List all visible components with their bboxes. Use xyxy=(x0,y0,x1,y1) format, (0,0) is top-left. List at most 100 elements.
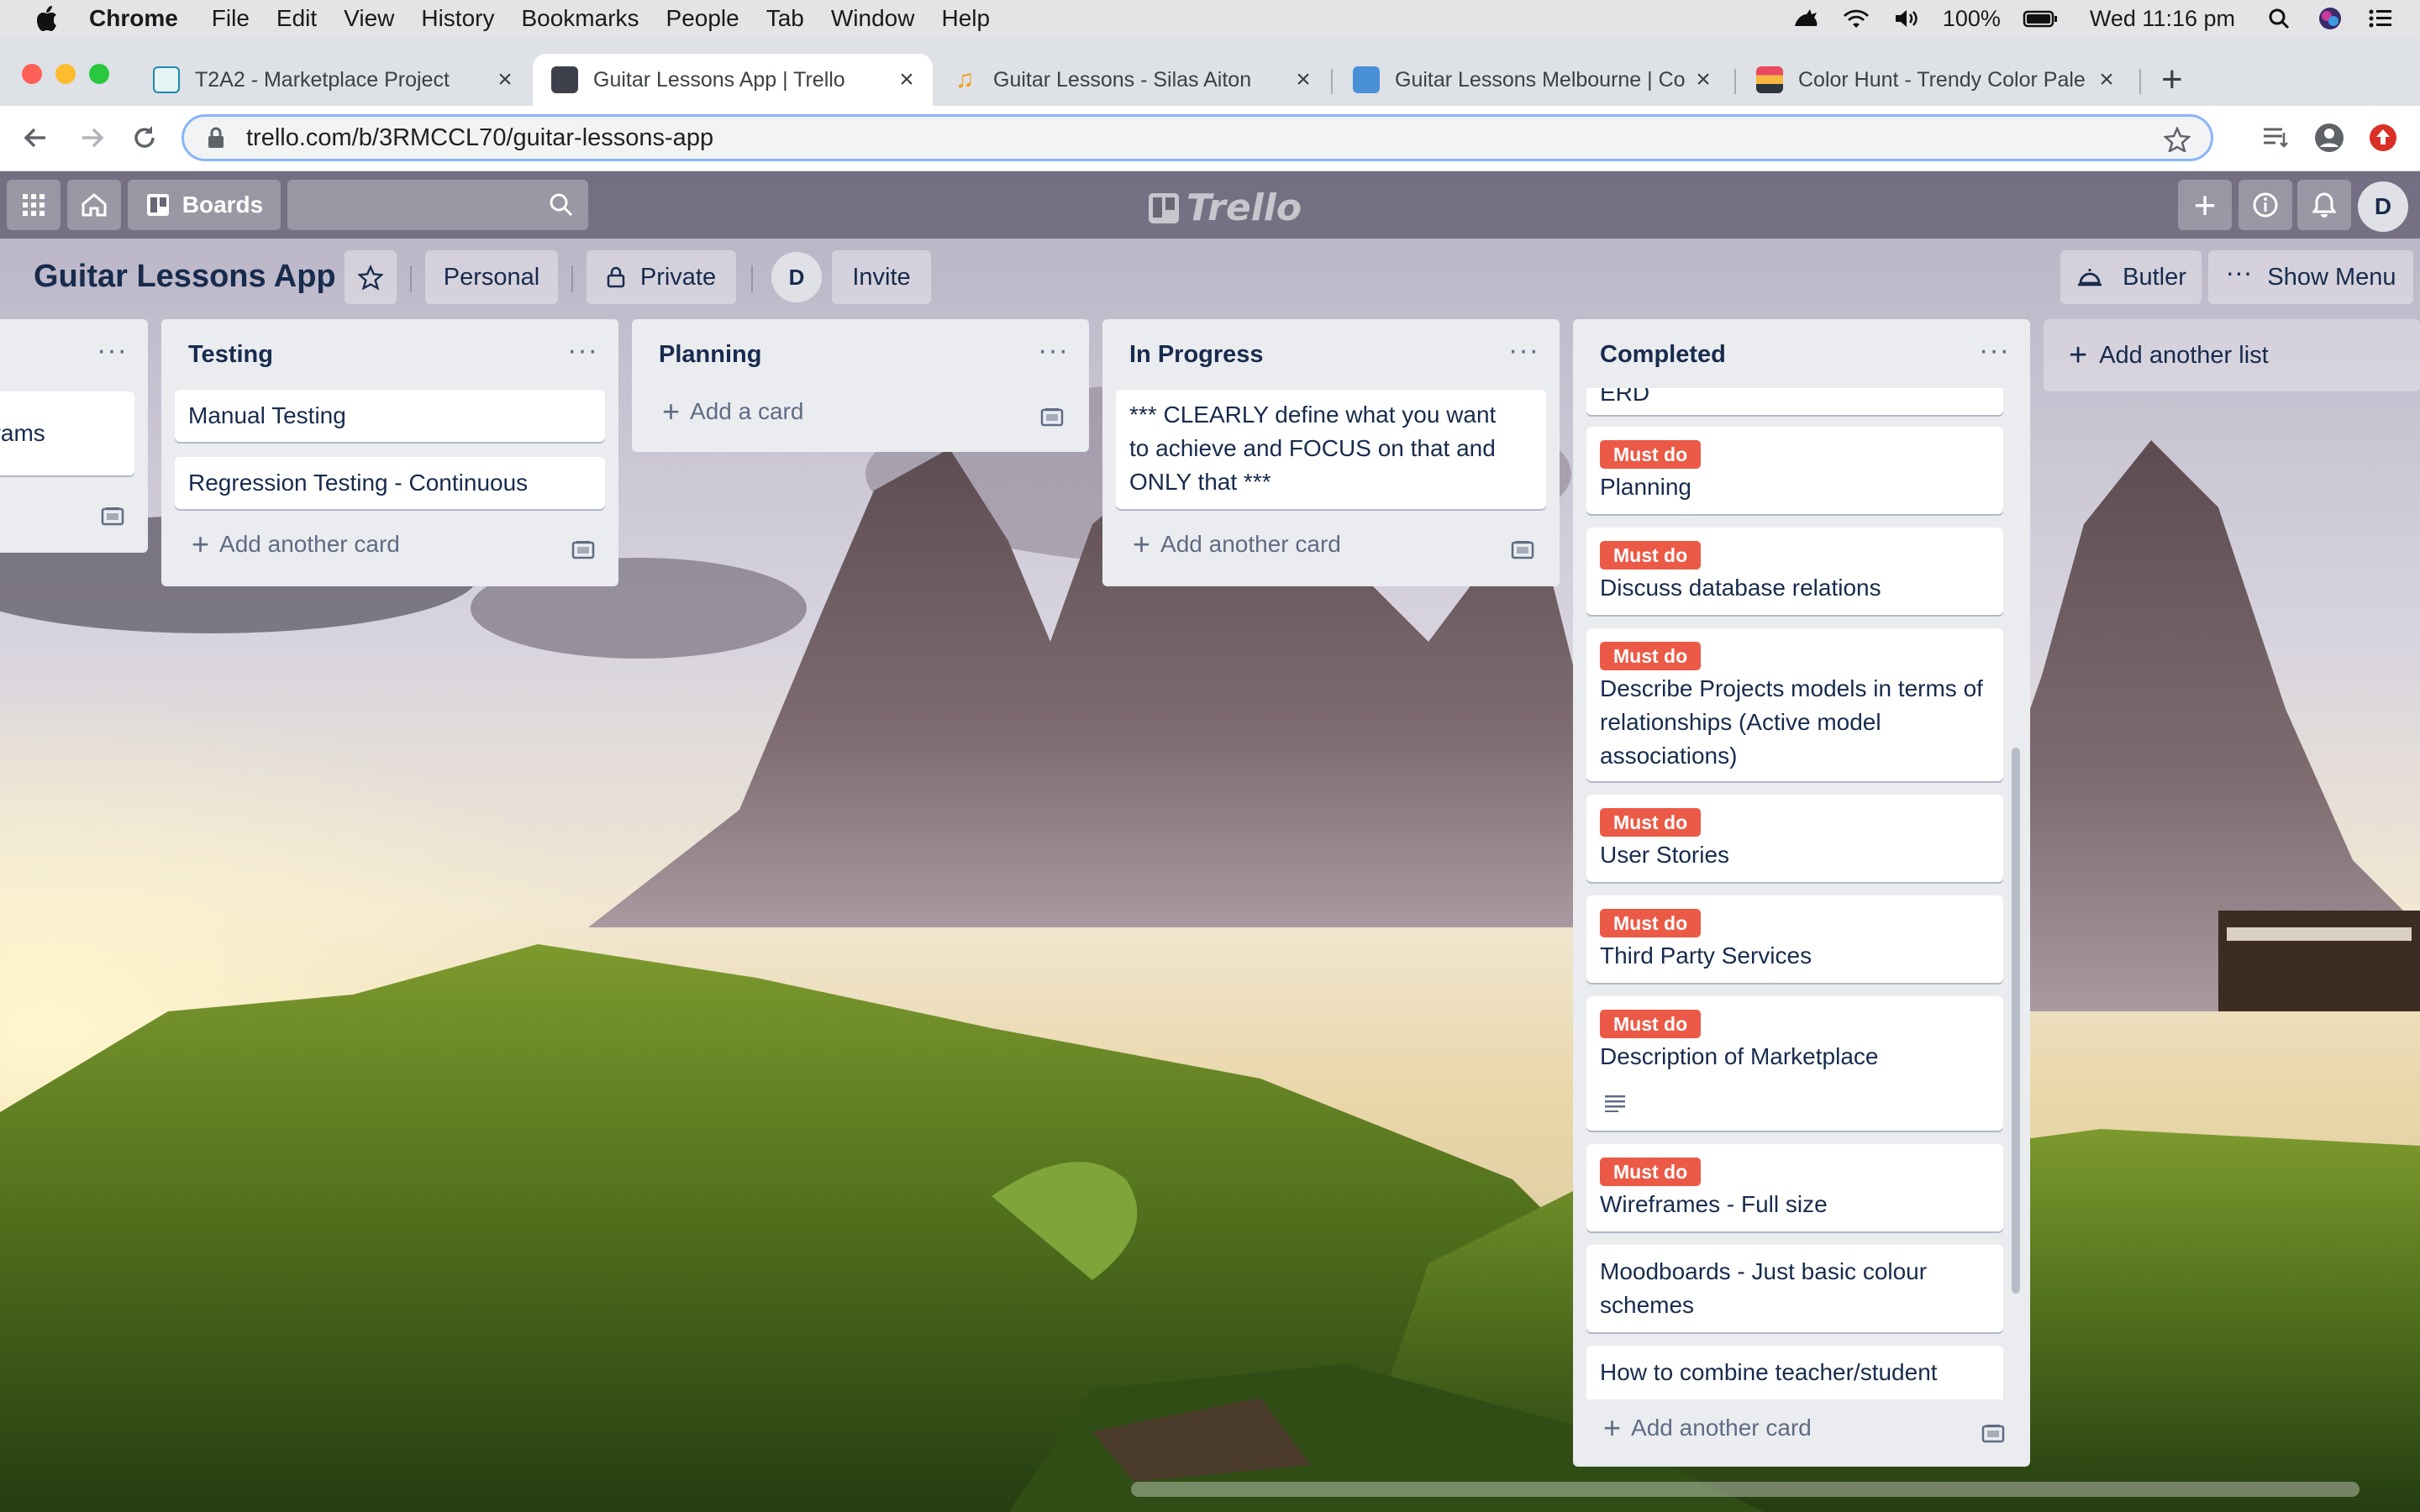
forward-arrow-icon[interactable] xyxy=(76,121,109,155)
trello-search[interactable] xyxy=(287,180,588,230)
apps-button[interactable] xyxy=(7,180,60,230)
notifications-button[interactable] xyxy=(2297,180,2351,230)
dropbox-cat-icon[interactable] xyxy=(1791,6,1820,31)
card-template-icon[interactable] xyxy=(101,506,124,526)
wifi-icon[interactable] xyxy=(1842,6,1870,31)
window-close-button[interactable] xyxy=(22,64,42,84)
menu-help[interactable]: Help xyxy=(941,5,990,32)
add-list-button[interactable]: + Add another list xyxy=(2044,319,2420,391)
search-icon[interactable] xyxy=(548,192,575,218)
info-button[interactable] xyxy=(2238,180,2292,230)
add-card-button[interactable]: + Add another card xyxy=(192,529,400,559)
trello-logo[interactable]: Trello xyxy=(1148,186,1302,229)
star-board-button[interactable] xyxy=(345,250,397,304)
list-menu-icon[interactable]: ··· xyxy=(97,334,128,367)
browser-tab[interactable]: Color Hunt - Trendy Color Pale × xyxy=(1738,54,2133,106)
close-tab-icon[interactable]: × xyxy=(494,66,516,94)
list-title[interactable]: Planning xyxy=(659,341,761,369)
menu-file[interactable]: File xyxy=(212,5,250,32)
create-button[interactable]: + xyxy=(2178,180,2232,230)
volume-icon[interactable] xyxy=(1892,6,1921,31)
card[interactable]: Manual Testing xyxy=(175,390,605,442)
list-menu-icon[interactable]: ··· xyxy=(1979,334,2010,367)
window-minimize-button[interactable] xyxy=(55,64,76,84)
browser-tab-active[interactable]: Guitar Lessons App | Trello × xyxy=(533,54,933,106)
notification-center-icon[interactable] xyxy=(2366,6,2395,31)
list-menu-icon[interactable]: ··· xyxy=(567,334,598,367)
url-input[interactable] xyxy=(246,123,1927,152)
card-title: arams xyxy=(0,420,45,446)
battery-icon[interactable] xyxy=(2023,6,2060,31)
member-avatar[interactable]: D xyxy=(2358,181,2408,232)
browser-tab[interactable]: T2A2 - Marketplace Project × xyxy=(134,54,531,106)
card[interactable]: ERD xyxy=(1586,388,2003,415)
card[interactable]: Must do Third Party Services xyxy=(1586,895,2003,983)
add-card-button[interactable]: + Add a card xyxy=(662,396,803,427)
list-menu-icon[interactable]: ··· xyxy=(1038,334,1069,367)
butler-button[interactable]: Butler xyxy=(2060,250,2202,304)
close-tab-icon[interactable]: × xyxy=(1692,66,1714,94)
card[interactable]: Must do Discuss database relations xyxy=(1586,528,2003,615)
show-menu-button[interactable]: ··· Show Menu xyxy=(2208,250,2413,304)
card[interactable]: Must do Wireframes - Full size xyxy=(1586,1144,2003,1231)
add-card-button[interactable]: + Add another card xyxy=(1133,529,1341,559)
menubar-clock[interactable]: Wed 11:16 pm xyxy=(2090,6,2235,32)
close-tab-icon[interactable]: × xyxy=(2096,66,2118,94)
board-title[interactable]: Guitar Lessons App xyxy=(34,259,336,295)
list-menu-icon[interactable]: ··· xyxy=(1508,334,1539,367)
card-template-icon[interactable] xyxy=(571,539,595,559)
card[interactable]: How to combine teacher/student xyxy=(1586,1346,2003,1399)
card[interactable]: Regression Testing - Continuous xyxy=(175,457,605,509)
list-scrollbar[interactable] xyxy=(2012,748,2020,1294)
profile-icon[interactable] xyxy=(2312,121,2346,155)
card[interactable]: Must do Describe Projects models in term… xyxy=(1586,628,2003,781)
must-do-label: Must do xyxy=(1600,541,1702,570)
card[interactable]: Must do User Stories xyxy=(1586,795,2003,882)
menu-history[interactable]: History xyxy=(421,5,494,32)
card[interactable]: Moodboards - Just basic colour schemes xyxy=(1586,1245,2003,1332)
menu-window[interactable]: Window xyxy=(831,5,915,32)
close-tab-icon[interactable]: × xyxy=(896,66,918,94)
completed-cards-viewport[interactable]: ERD Must do Planning Must do Discuss dat… xyxy=(1573,388,2030,1399)
bookmark-star-icon[interactable] xyxy=(2164,127,2191,152)
card[interactable]: Must do Planning xyxy=(1586,427,2003,514)
list-title[interactable]: In Progress xyxy=(1129,341,1264,369)
window-zoom-button[interactable] xyxy=(89,64,109,84)
boards-button[interactable]: Boards xyxy=(128,180,281,230)
siri-icon[interactable] xyxy=(2316,6,2344,31)
card[interactable]: arams xyxy=(0,391,134,475)
card[interactable]: Must do Description of Marketplace xyxy=(1586,996,2003,1131)
team-button[interactable]: Personal xyxy=(425,250,558,304)
close-tab-icon[interactable]: × xyxy=(1292,66,1314,94)
browser-tab[interactable]: Guitar Lessons Melbourne | Co × xyxy=(1334,54,1729,106)
board-member-avatar[interactable]: D xyxy=(771,252,822,302)
apple-icon[interactable] xyxy=(34,4,59,33)
menu-people[interactable]: People xyxy=(666,5,739,32)
back-arrow-icon[interactable] xyxy=(18,121,52,155)
card-template-icon[interactable] xyxy=(1040,407,1064,427)
menu-bookmarks[interactable]: Bookmarks xyxy=(521,5,639,32)
address-bar[interactable] xyxy=(182,114,2213,161)
new-tab-button[interactable]: + xyxy=(2161,59,2183,101)
reading-list-icon[interactable] xyxy=(2259,121,2292,155)
reload-icon[interactable] xyxy=(128,121,161,155)
update-icon[interactable] xyxy=(2366,121,2400,155)
lock-icon[interactable] xyxy=(206,126,226,150)
card[interactable]: *** CLEARLY define what you want to achi… xyxy=(1116,390,1546,509)
search-input[interactable] xyxy=(287,180,531,230)
menu-view[interactable]: View xyxy=(344,5,394,32)
card-template-icon[interactable] xyxy=(1511,539,1534,559)
invite-button[interactable]: Invite xyxy=(832,250,931,304)
home-button[interactable] xyxy=(67,180,121,230)
spotlight-search-icon[interactable] xyxy=(2265,6,2294,31)
card-template-icon[interactable] xyxy=(1981,1423,2005,1443)
menu-app-name[interactable]: Chrome xyxy=(89,5,178,32)
add-card-button[interactable]: + Add another card xyxy=(1603,1413,1812,1443)
menu-edit[interactable]: Edit xyxy=(276,5,317,32)
board-horizontal-scrollbar[interactable] xyxy=(1131,1482,2360,1497)
visibility-button[interactable]: Private xyxy=(587,250,736,304)
menu-tab[interactable]: Tab xyxy=(766,5,804,32)
browser-tab[interactable]: ♫ Guitar Lessons - Silas Aiton × xyxy=(933,54,1329,106)
list-title[interactable]: Testing xyxy=(188,341,273,369)
list-title[interactable]: Completed xyxy=(1600,341,1726,369)
